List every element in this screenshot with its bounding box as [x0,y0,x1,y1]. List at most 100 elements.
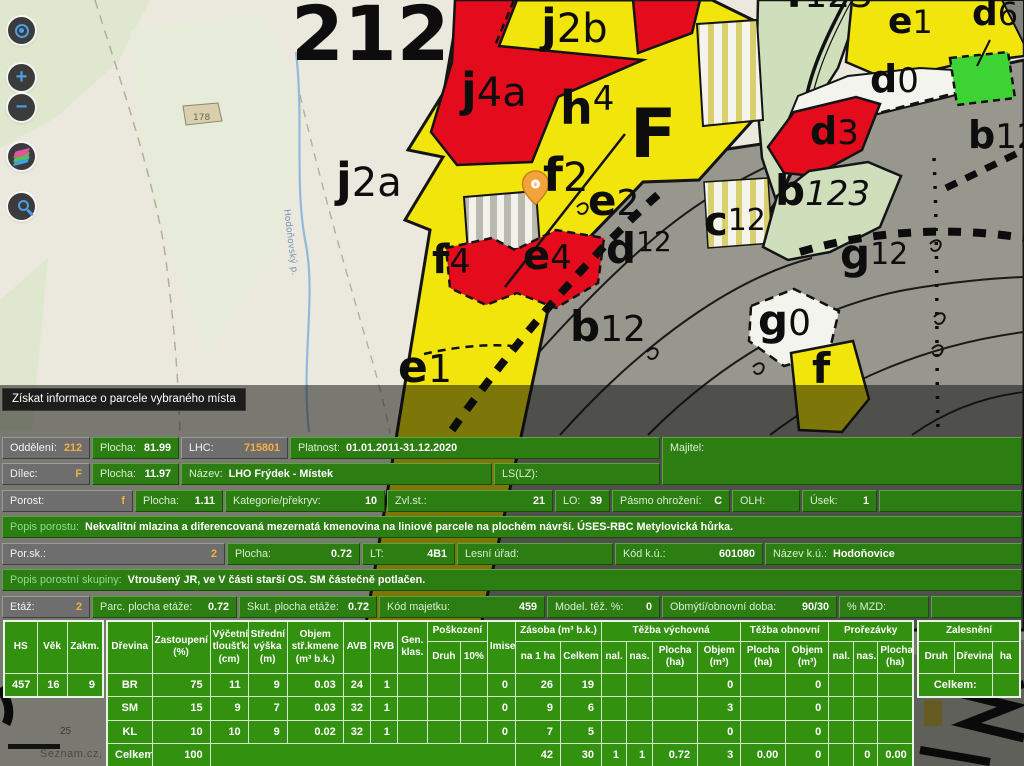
field-kod-majetku: Kód majetku:459 [379,596,545,618]
table-cell: 0.03 [287,697,343,721]
table-cell: 30 [560,744,601,766]
header-zasoba-m-b-k: Zásoba (m³ b.k.) [515,621,601,641]
table-cell: 32 [343,720,370,744]
search-icon [18,200,29,211]
table-cell: 0.03 [287,673,343,697]
table-cell [878,673,913,697]
field-parc-plocha-etaze: Parc. plocha etáže:0.72 [92,596,237,618]
field-plocha: Plocha:81.99 [92,437,179,459]
table-cell: 7 [248,697,287,721]
map-label-f-small: f [812,350,830,388]
header-nal: nal. [829,641,854,673]
table-cell: Celkem: [107,744,152,766]
layers-button[interactable] [8,143,35,170]
table-cell: 19 [560,673,601,697]
header-rvb: RVB [370,621,397,673]
table-cell: 0.00 [878,744,913,766]
header-nal: nal. [602,641,627,673]
species-table: DřevinaZastoupení (%)Výčetní tloušťka (c… [106,620,914,766]
map-label-e4: e4 [523,238,572,274]
field-platnost: Platnost:01.01.2011-31.12.2020 [290,437,660,459]
locate-button[interactable] [8,17,35,44]
table-cell [602,673,627,697]
table-cell: 24 [343,673,370,697]
table-row: SM15970.0332109630 [107,697,913,721]
table-cell: 0 [786,697,829,721]
header-tezba-vychovna: Těžba výchovná [602,621,741,641]
table-cell: 7 [515,720,560,744]
field-skut-plocha-etaze: Skut. plocha etáže:0.72 [239,596,377,618]
header-drevina: Dřevina [954,641,992,673]
table-cell [992,673,1020,697]
field-mzd: % MZD: [839,596,929,618]
header-zalesneni: Zalesnění [918,621,1020,641]
table-cell: 0 [786,673,829,697]
field-zvl-st: Zvl.st.:21 [387,490,553,512]
zalesneni-table: ZalesněníDruhDřevinahaCelkem: [917,620,1021,698]
table-cell: 5 [560,720,601,744]
map-label-b123: b123 [775,172,870,210]
field-dilec: Dílec:F [2,463,90,485]
table-cell [602,720,627,744]
table-cell: 9 [210,697,248,721]
map-label-e1-top: e1 [888,6,933,38]
table-cell [653,673,698,697]
header-10: 10% [460,641,487,673]
header-objem-m: Objem (m³) [698,641,741,673]
map-label-j2a: j2a [336,160,402,201]
table-cell [427,673,460,697]
table-cell: 0.72 [653,744,698,766]
header-nas: nas. [627,641,653,673]
map-label-d3: d3 [810,114,859,149]
minus-icon: − [16,97,28,117]
map-label-f4: f4 [432,242,471,278]
table-cell [653,720,698,744]
map-label-g12: g12 [840,236,908,274]
table-cell: 42 [515,744,560,766]
table-cell [460,697,487,721]
header-gen-klas: Gen. klas. [397,621,427,673]
table-cell: 16 [37,673,67,697]
map-label-e1-bottom: e1 [398,348,452,388]
table-cell: SM [107,697,152,721]
table-cell [829,673,854,697]
table-cell: 26 [515,673,560,697]
zoom-out-button[interactable]: − [8,94,35,121]
map-label-f2: f2 [543,155,588,196]
table-cell: 10 [210,720,248,744]
map-label-f123: f123 [786,0,873,12]
table-cell: 6 [560,697,601,721]
header-druh: Druh [427,641,460,673]
table-cell [627,720,653,744]
table-cell: KL [107,720,152,744]
table-cell [397,697,427,721]
field-lhc: LHC:715801 [181,437,288,459]
field-model-tez: Model. těž. %:0 [547,596,660,618]
zoom-in-button[interactable]: + [8,64,35,91]
field-porost: Porost:f [2,490,133,512]
header-celkem: Celkem [560,641,601,673]
field-nazev-k-u: Název k.ú.:Hodoňovice [765,543,1022,565]
header-na-1-ha: na 1 ha [515,641,560,673]
search-button[interactable] [8,193,35,220]
field-usek: Úsek:1 [802,490,877,512]
map-label-c12: c12 [704,204,766,240]
field-oddeleni: Oddělení:212 [2,437,90,459]
field-plocha: Plocha:1.11 [135,490,223,512]
map-label-f: F [630,104,676,165]
table-cell: 3 [698,697,741,721]
field-lt: LT:4B1 [362,543,455,565]
field-pasmo-ohrozeni: Pásmo ohrožení:C [612,490,730,512]
header-hs: HS [4,621,37,673]
table-cell [878,720,913,744]
table-cell [460,720,487,744]
header-plocha-ha: Plocha (ha) [653,641,698,673]
field-popis-porostni-skupiny: Popis porostní skupiny:Vtroušený JR, ve … [2,569,1022,591]
table-cell: 75 [152,673,210,697]
table-cell: 0 [854,744,878,766]
table-cell [829,697,854,721]
table-cell [741,673,786,697]
table-cell: 9 [248,720,287,744]
table-cell [210,744,515,766]
map-label-212: 212 [291,0,450,68]
